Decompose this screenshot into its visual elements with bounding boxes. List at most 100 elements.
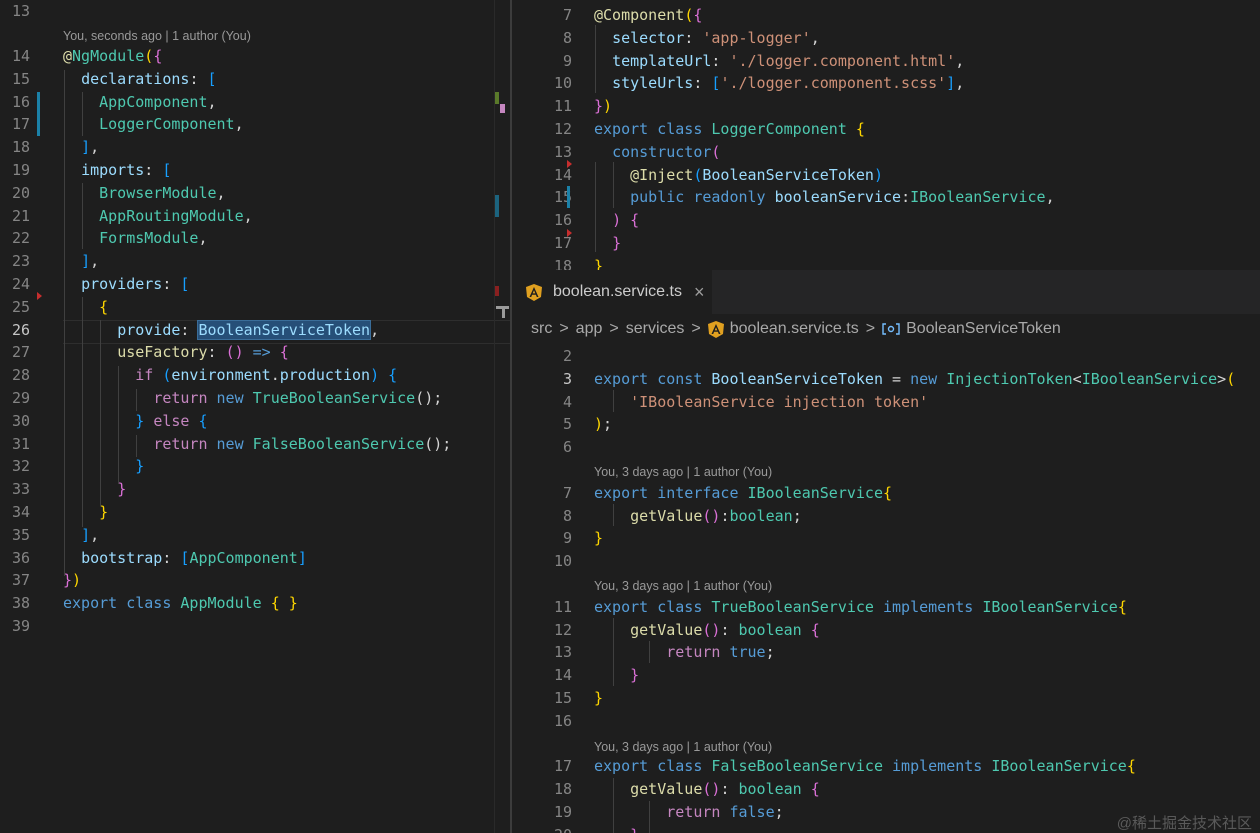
code-text[interactable]: export class AppModule { } [63, 592, 298, 614]
code-line[interactable]: 13 return true; [512, 641, 1260, 663]
code-text[interactable]: ); [594, 413, 612, 435]
code-line[interactable]: 6 [512, 436, 1260, 458]
code-text[interactable]: BrowserModule, [63, 182, 225, 204]
code-text[interactable]: styleUrls: ['./logger.component.scss'], [594, 72, 964, 94]
code-text[interactable]: bootstrap: [AppComponent] [63, 547, 307, 569]
breakpoint-marker[interactable] [37, 292, 42, 300]
code-line[interactable]: 12 getValue(): boolean { [512, 619, 1260, 641]
code-line[interactable]: 19 imports: [ [0, 159, 510, 181]
code-text[interactable]: } [63, 501, 108, 523]
code-line[interactable]: 30 } else { [0, 410, 510, 432]
code-line[interactable]: 7 @Component({ [512, 4, 1260, 26]
code-text[interactable]: }) [594, 95, 612, 117]
code-text[interactable]: export const BooleanServiceToken = new I… [594, 368, 1235, 390]
code-text[interactable]: @Inject(BooleanServiceToken) [594, 164, 883, 186]
code-text[interactable]: } else { [63, 410, 207, 432]
code-text[interactable]: } [63, 455, 144, 477]
code-line[interactable]: 11 export class TrueBooleanService implem… [512, 596, 1260, 618]
code-line[interactable]: 16 ) { [512, 209, 1260, 231]
code-text[interactable]: public readonly booleanService:IBooleanS… [594, 186, 1054, 208]
breadcrumb-item-src[interactable]: src [531, 320, 552, 338]
code-text[interactable]: } [63, 478, 126, 500]
code-line[interactable]: 37}) [0, 569, 510, 591]
code-line[interactable]: 32 } [0, 455, 510, 477]
code-line[interactable]: 17 } [512, 232, 1260, 254]
git-change-marker[interactable] [567, 186, 570, 208]
code-text[interactable]: useFactory: () => { [63, 341, 289, 363]
editor-left-app-module[interactable]: 13 14 @NgModule({15 declarations: [16 AppC… [0, 0, 510, 833]
code-text[interactable]: return new TrueBooleanService(); [63, 387, 442, 409]
code-line[interactable]: 21 AppRoutingModule, [0, 205, 510, 227]
code-line[interactable]: 31 return new FalseBooleanService(); [0, 433, 510, 455]
code-line[interactable]: 3 export const BooleanServiceToken = new … [512, 368, 1260, 390]
code-line[interactable]: 2 [512, 345, 1260, 367]
code-text[interactable]: ], [63, 136, 99, 158]
code-text[interactable]: getValue(): boolean { [594, 778, 820, 800]
code-line[interactable]: 23 ], [0, 250, 510, 272]
code-line[interactable]: 9 templateUrl: './logger.component.html'… [512, 50, 1260, 72]
code-text[interactable]: export class FalseBooleanService impleme… [594, 755, 1136, 777]
code-line[interactable]: 34 } [0, 501, 510, 523]
code-text[interactable]: getValue():boolean; [594, 505, 802, 527]
code-line[interactable]: 8 selector: 'app-logger', [512, 27, 1260, 49]
code-line[interactable]: 20 BrowserModule, [0, 182, 510, 204]
git-blame-lens[interactable]: You, 3 days ago | 1 author (You) [594, 464, 772, 480]
code-text[interactable]: export interface IBooleanService{ [594, 482, 892, 504]
code-text[interactable]: } [594, 232, 621, 254]
code-text[interactable]: imports: [ [63, 159, 171, 181]
code-text[interactable]: constructor( [594, 141, 720, 163]
code-line[interactable]: 29 return new TrueBooleanService(); [0, 387, 510, 409]
code-text[interactable]: @NgModule({ [63, 45, 162, 67]
code-line[interactable]: 24 providers: [ [0, 273, 510, 295]
code-line[interactable]: 35 ], [0, 524, 510, 546]
code-line[interactable]: 14 } [512, 664, 1260, 686]
code-text[interactable]: @Component({ [594, 4, 702, 26]
code-text[interactable]: }) [63, 569, 81, 591]
code-line[interactable]: 15 public readonly booleanService:IBoole… [512, 186, 1260, 208]
code-line[interactable]: 18 getValue(): boolean { [512, 778, 1260, 800]
code-line[interactable]: 28 if (environment.production) { [0, 364, 510, 386]
code-line[interactable]: 4 'IBooleanService injection token' [512, 391, 1260, 413]
code-line[interactable]: 38 export class AppModule { } [0, 592, 510, 614]
code-line[interactable]: 39 [0, 615, 510, 637]
code-text[interactable]: } [594, 255, 603, 270]
editor-right-logger-component[interactable]: 7 @Component({8 selector: 'app-logger', 9 … [512, 0, 1260, 270]
code-line[interactable]: 18 ], [0, 136, 510, 158]
breadcrumb-item-symbol[interactable]: BooleanServiceToken [906, 320, 1061, 338]
breakpoint-marker[interactable] [567, 229, 572, 237]
code-text[interactable]: return true; [594, 641, 774, 663]
code-line[interactable]: 36 bootstrap: [AppComponent] [0, 547, 510, 569]
git-blame-lens[interactable]: You, seconds ago | 1 author (You) [63, 28, 251, 44]
code-line[interactable]: 12 export class LoggerComponent { [512, 118, 1260, 140]
code-line[interactable]: 27 useFactory: () => { [0, 341, 510, 363]
code-text[interactable]: } [594, 664, 639, 686]
code-line[interactable]: 10 [512, 550, 1260, 572]
code-text[interactable]: AppRoutingModule, [63, 205, 253, 227]
code-line[interactable]: 22 FormsModule, [0, 227, 510, 249]
code-text[interactable]: AppComponent, [63, 91, 216, 113]
breadcrumb-item-app[interactable]: app [576, 320, 603, 338]
code-text[interactable]: return new FalseBooleanService(); [63, 433, 451, 455]
code-line[interactable]: 13 [0, 0, 510, 22]
code-line[interactable]: 10 styleUrls: ['./logger.component.scss'… [512, 72, 1260, 94]
editor-boolean-service[interactable]: 2 3 export const BooleanServiceToken = new… [512, 344, 1260, 833]
code-line[interactable]: 11}) [512, 95, 1260, 117]
code-line[interactable]: 7 export interface IBooleanService{ [512, 482, 1260, 504]
code-text[interactable]: { [63, 296, 108, 318]
breadcrumb-item-services[interactable]: services [626, 320, 685, 338]
code-text[interactable]: } [594, 824, 639, 833]
code-text[interactable]: ], [63, 250, 99, 272]
code-line[interactable]: 15 declarations: [ [0, 68, 510, 90]
git-blame-lens[interactable]: You, 3 days ago | 1 author (You) [594, 578, 772, 594]
code-line[interactable]: 15} [512, 687, 1260, 709]
code-text[interactable]: } [594, 527, 603, 549]
code-line[interactable]: 5); [512, 413, 1260, 435]
code-line[interactable]: 33 } [0, 478, 510, 500]
code-text[interactable]: ], [63, 524, 99, 546]
code-text[interactable]: getValue(): boolean { [594, 619, 820, 641]
code-text[interactable]: export class LoggerComponent { [594, 118, 865, 140]
tab-boolean-service[interactable]: boolean.service.ts × [512, 270, 712, 314]
git-blame-lens[interactable]: You, 3 days ago | 1 author (You) [594, 739, 772, 755]
code-text[interactable]: return false; [594, 801, 783, 823]
code-text[interactable]: selector: 'app-logger', [594, 27, 820, 49]
